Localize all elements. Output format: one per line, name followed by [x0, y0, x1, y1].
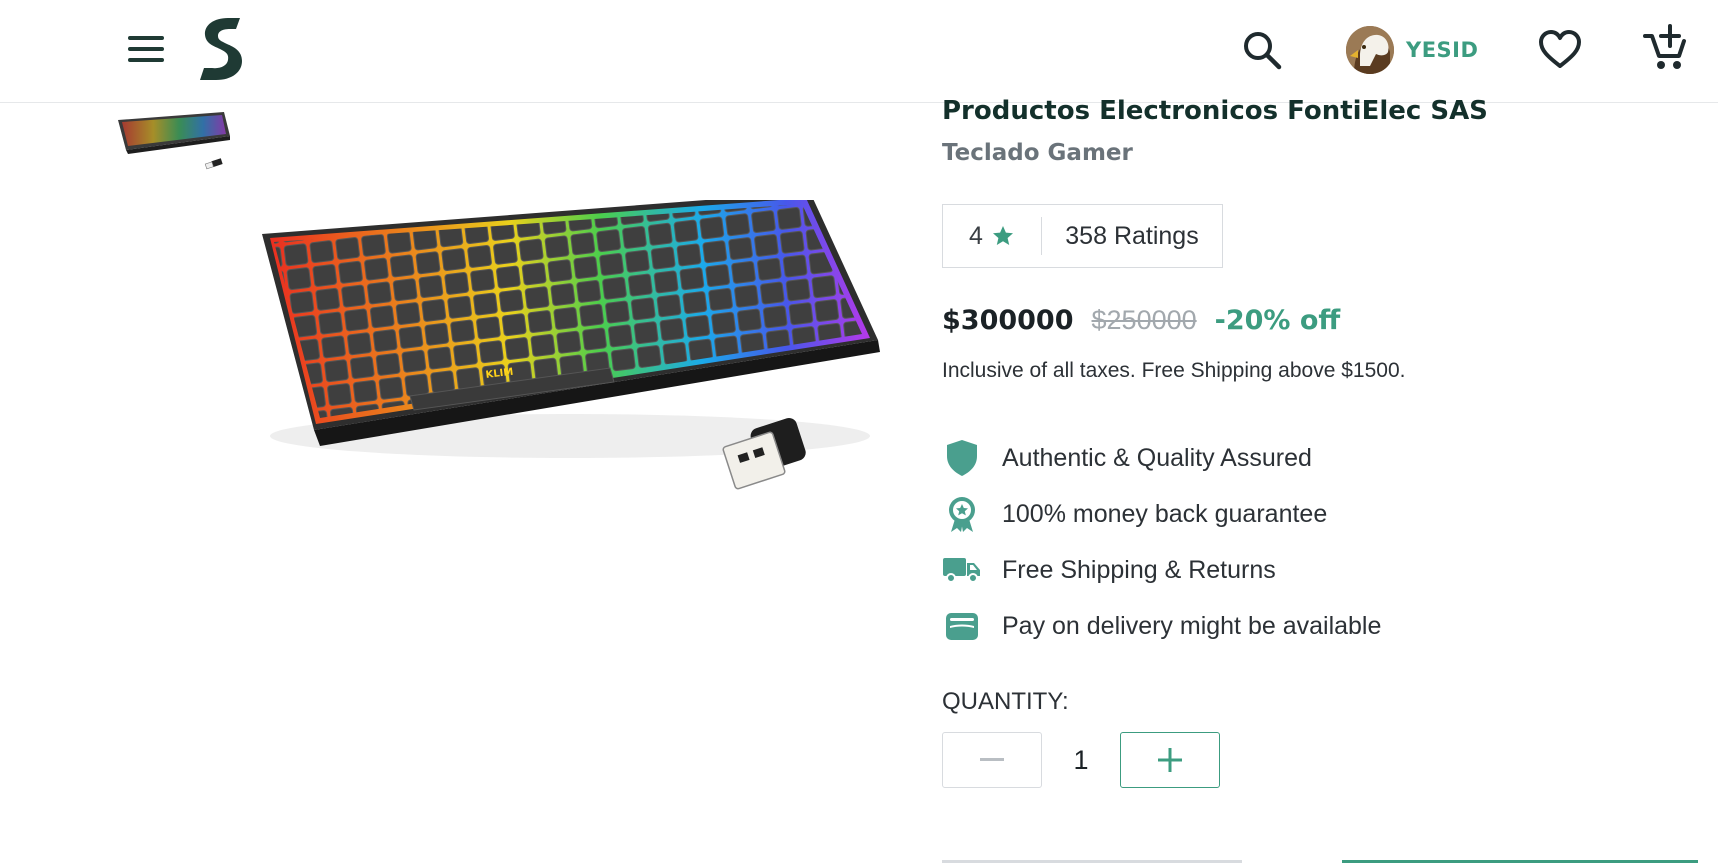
product-brand: Productos Electronicos FontiElec SAS	[942, 96, 1488, 126]
menu-icon[interactable]	[128, 28, 180, 70]
eagle-avatar	[1346, 26, 1394, 74]
product-name: Teclado Gamer	[942, 140, 1133, 166]
quantity-increase-button[interactable]	[1120, 732, 1220, 788]
shield-icon	[942, 438, 982, 478]
original-price: $250000	[1091, 305, 1197, 335]
plus-icon	[1158, 748, 1182, 772]
top-header: YESID	[0, 0, 1718, 103]
quantity-decrease-button[interactable]	[942, 732, 1042, 788]
feature-label: 100% money back guarantee	[1002, 499, 1328, 528]
user-account[interactable]: YESID	[1346, 26, 1478, 74]
feature-label: Free Shipping & Returns	[1002, 555, 1276, 584]
rgb-keyboard-with-usb-receiver: KLIM	[262, 200, 880, 490]
feature-label: Pay on delivery might be available	[1002, 611, 1382, 640]
feature-item: 100% money back guarantee	[942, 486, 1381, 542]
feature-list: Authentic & Quality Assured 100% money b…	[942, 430, 1381, 654]
price-row: $300000 $250000 -20% off	[942, 305, 1340, 336]
rating-summary[interactable]: 4 358 Ratings	[942, 204, 1223, 268]
rating-value-group: 4	[943, 222, 1041, 251]
search-icon[interactable]	[1240, 28, 1284, 72]
current-price: $300000	[942, 305, 1074, 336]
discount-label: -20% off	[1214, 305, 1341, 336]
quantity-value: 1	[1073, 744, 1089, 775]
rating-value: 4	[969, 221, 983, 250]
feature-item: Pay on delivery might be available	[942, 598, 1381, 654]
rating-count: 358 Ratings	[1065, 221, 1199, 250]
minus-icon	[980, 758, 1004, 761]
truck-icon	[942, 550, 982, 590]
keyboard-thumbnail[interactable]	[116, 106, 232, 174]
wallet-icon	[942, 606, 982, 646]
brand-logo[interactable]	[198, 16, 244, 82]
badge-icon	[942, 494, 982, 534]
heart-icon[interactable]	[1537, 28, 1583, 70]
feature-label: Authentic & Quality Assured	[1002, 443, 1312, 472]
feature-item: Authentic & Quality Assured	[942, 430, 1381, 486]
quantity-label: QUANTITY:	[942, 688, 1069, 715]
tax-note: Inclusive of all taxes. Free Shipping ab…	[942, 359, 1406, 382]
feature-item: Free Shipping & Returns	[942, 542, 1381, 598]
user-name: YESID	[1406, 38, 1479, 62]
add-to-cart-icon[interactable]	[1643, 24, 1687, 70]
star-icon	[992, 226, 1013, 245]
